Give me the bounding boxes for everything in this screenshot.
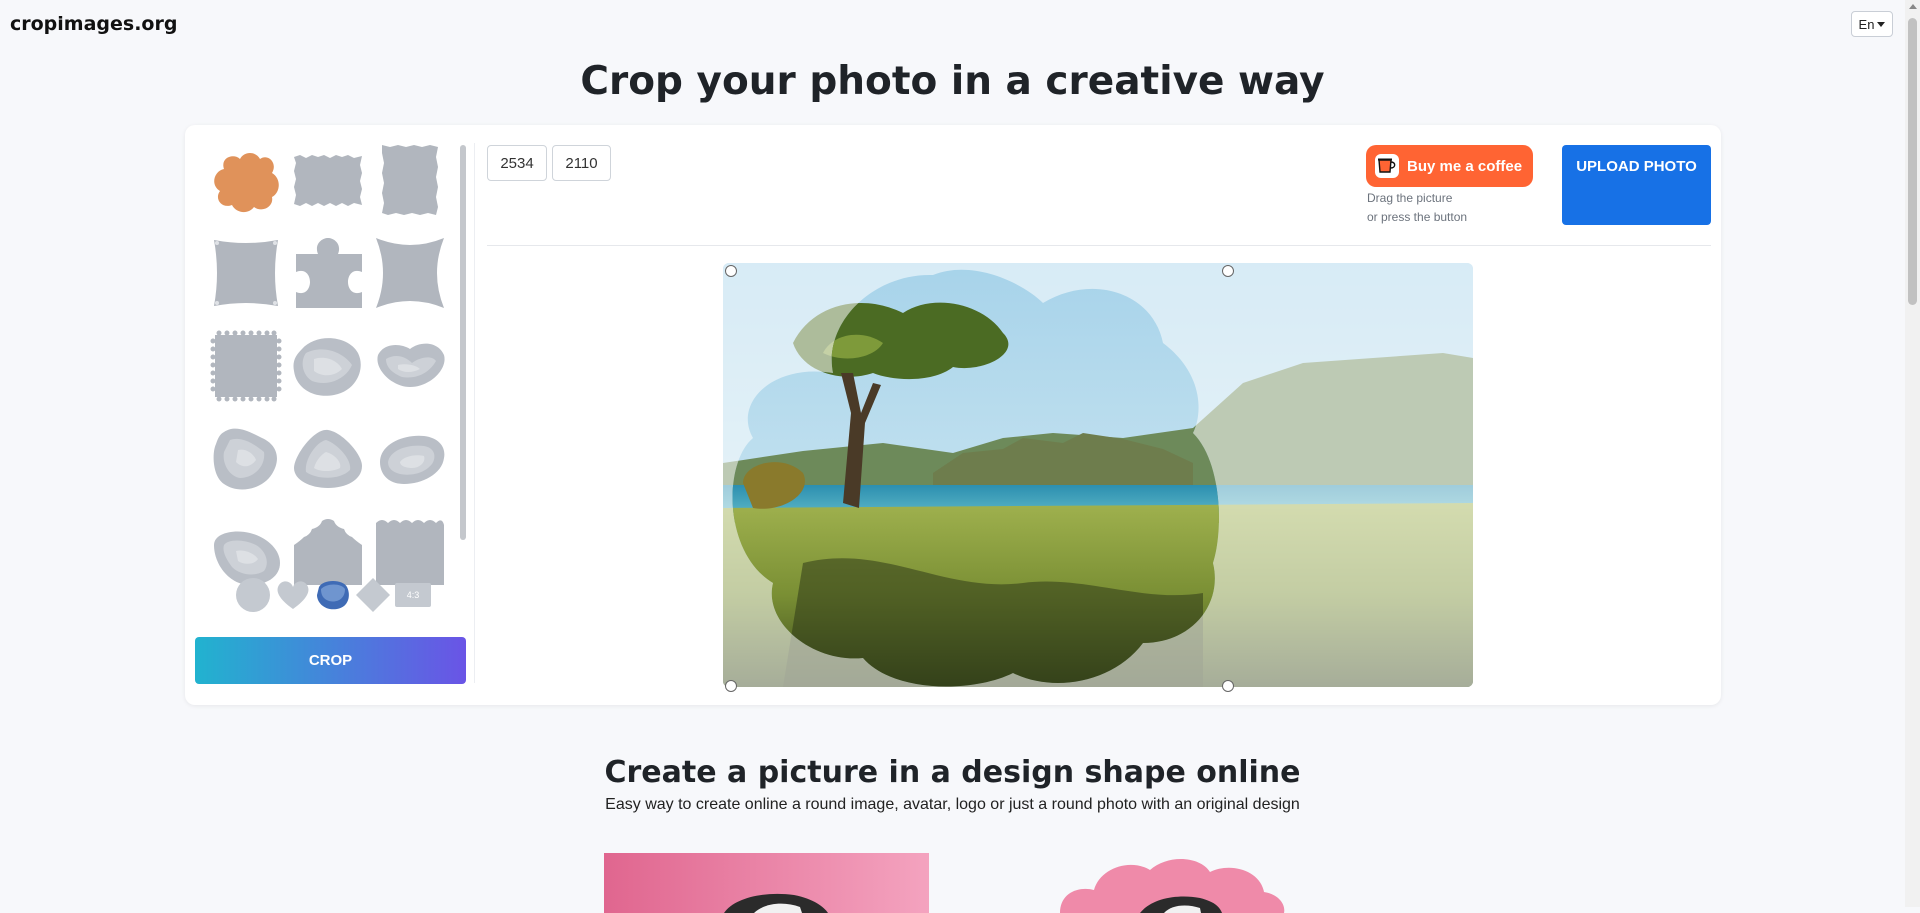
shape-option-ratio-4-3[interactable]: 4:3: [395, 583, 431, 607]
page-title: Crop your photo in a creative way: [580, 59, 1325, 104]
shape-option-pebble-3[interactable]: [374, 422, 446, 496]
cloud-shape-icon: [214, 153, 279, 213]
chevron-down-icon: [1877, 22, 1886, 27]
section-description: Easy way to create online a round image,…: [605, 796, 1300, 813]
resize-handle-bottom-right[interactable]: [1222, 680, 1234, 692]
coffee-label: Buy me a coffee: [1407, 157, 1523, 175]
panel-divider: [474, 143, 475, 683]
heart-shape-icon: [277, 581, 309, 609]
language-dropdown[interactable]: En: [1851, 11, 1893, 37]
shape-picker-scrollbar-thumb[interactable]: [460, 145, 466, 540]
ragged-tall-shape-icon: [382, 145, 438, 215]
shape-mini-row: 4:3: [235, 577, 431, 613]
puzzle-shape-icon: [296, 238, 362, 308]
shape-option-pinned-square[interactable]: [210, 236, 282, 310]
stamp-shape-icon: [210, 330, 282, 402]
circle-shape-icon: [236, 578, 270, 612]
site-logo[interactable]: cropimages.org: [10, 13, 177, 35]
star-wave-shape-icon: [376, 238, 444, 308]
pebble-shape-icon: [380, 435, 445, 484]
shape-option-heart[interactable]: [275, 577, 311, 613]
hint-line-1: Drag the picture: [1367, 191, 1453, 205]
blob-shape-icon: [377, 343, 445, 387]
example-dog-cloud-photo: [1060, 858, 1285, 913]
shape-option-blob-2[interactable]: [374, 329, 446, 403]
resize-handle-bottom-left[interactable]: [725, 680, 737, 692]
photo-preview[interactable]: [723, 263, 1473, 687]
example-image-cloud: [1060, 848, 1290, 913]
upload-hint: Drag the picture or press the button: [1367, 189, 1467, 227]
resize-handle-top-left[interactable]: [725, 265, 737, 277]
editor-card: 4:3 CROP 2534 2110 Buy me a coffee Drag …: [185, 125, 1721, 705]
height-input[interactable]: 2110: [552, 145, 611, 181]
coffee-cup-icon: [1375, 154, 1399, 178]
shape-option-ragged-tall[interactable]: [374, 143, 446, 217]
section-title: Create a picture in a design shape onlin…: [604, 755, 1301, 790]
pebble-shape-icon: [294, 429, 362, 488]
shape-option-stamp[interactable]: [210, 329, 282, 403]
crop-canvas[interactable]: [723, 263, 1473, 692]
toolbar-divider: [487, 245, 1711, 246]
scroll-up-arrow-icon[interactable]: [1909, 4, 1917, 9]
buy-me-a-coffee-button[interactable]: Buy me a coffee: [1366, 145, 1533, 187]
shape-option-blue-blob[interactable]: [315, 577, 351, 613]
diamond-shape-icon: [356, 578, 390, 612]
crop-button[interactable]: CROP: [195, 637, 466, 684]
blob-shape-icon: [293, 338, 361, 396]
shape-option-cloud[interactable]: [210, 143, 282, 217]
width-input[interactable]: 2534: [487, 145, 547, 181]
shape-option-pebble-1[interactable]: [210, 422, 282, 496]
shape-option-ragged-square[interactable]: [292, 143, 364, 217]
shape-option-puzzle[interactable]: [292, 236, 364, 310]
resize-handle-top-right[interactable]: [1222, 265, 1234, 277]
shape-picker: [210, 143, 460, 589]
ragged-square-shape-icon: [294, 155, 362, 206]
page-scrollbar[interactable]: [1905, 0, 1920, 907]
example-image-square: [604, 853, 929, 913]
hint-line-2: or press the button: [1367, 210, 1468, 224]
shape-option-blob-1[interactable]: [292, 329, 364, 403]
language-label: En: [1858, 16, 1875, 32]
shape-option-circle[interactable]: [235, 577, 271, 613]
page-scrollbar-thumb[interactable]: [1908, 18, 1917, 305]
blue-blob-shape-icon: [317, 581, 349, 610]
pebble-shape-icon: [213, 428, 277, 490]
shape-option-diamond[interactable]: [355, 577, 391, 613]
shape-option-star-wave[interactable]: [374, 236, 446, 310]
upload-photo-button[interactable]: UPLOAD PHOTO: [1562, 145, 1711, 225]
example-dog-photo: [604, 853, 929, 913]
pinned-square-shape-icon: [214, 240, 278, 306]
shape-option-pebble-2[interactable]: [292, 422, 364, 496]
